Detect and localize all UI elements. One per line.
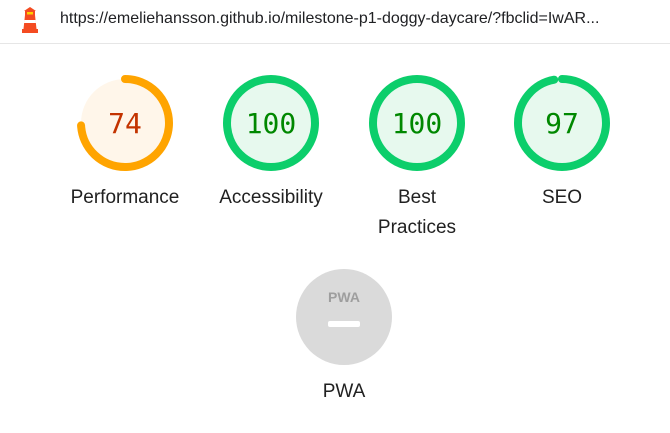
gauge-score: 74	[108, 107, 142, 140]
gauge-score: 100	[246, 107, 297, 140]
url-bar: https://emeliehansson.github.io/mileston…	[0, 0, 670, 44]
page-url[interactable]: https://emeliehansson.github.io/mileston…	[60, 10, 660, 28]
gauge-pwa[interactable]: PWA PWA	[284, 269, 404, 407]
gauge-ring: 74	[77, 75, 173, 171]
gauge-ring: 100	[223, 75, 319, 171]
gauge-label: PWA	[322, 381, 366, 402]
gauge-accessibility[interactable]: 100 Accessibility	[211, 73, 331, 213]
gauge-score: 97	[545, 107, 579, 140]
gauge-ring: 100	[369, 75, 465, 171]
gauge-label: Performance	[70, 187, 180, 208]
gauge-performance[interactable]: 74 Performance	[65, 73, 185, 213]
gauge-best-practices[interactable]: 100 Best Practices	[357, 73, 477, 243]
gauge-label-line2: Practices	[377, 217, 457, 238]
gauge-label: Accessibility	[219, 187, 323, 208]
lighthouse-icon	[22, 7, 38, 33]
gauge-ring: 97	[514, 75, 610, 171]
gauge-score: 100	[392, 107, 443, 140]
pwa-badge-text: PWA	[328, 289, 360, 305]
pwa-dash-icon	[328, 321, 360, 327]
gauge-label-line1: Best	[397, 187, 437, 208]
gauge-seo[interactable]: 97 SEO	[502, 73, 622, 213]
pwa-badge: PWA	[296, 269, 392, 365]
gauge-label: SEO	[541, 187, 583, 208]
pwa-badge-fill	[296, 269, 392, 365]
